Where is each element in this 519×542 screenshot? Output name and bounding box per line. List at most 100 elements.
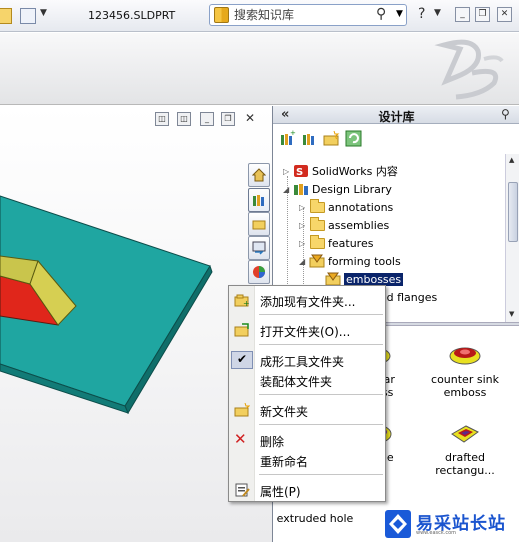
- menu-item-label: 添加现有文件夹...: [260, 295, 356, 309]
- application-banner: [0, 33, 519, 105]
- folder-icon: [309, 199, 325, 214]
- new-folder-icon: [234, 403, 250, 417]
- design-library-icon: [253, 195, 264, 206]
- menu-item-label: 属性(P): [260, 485, 301, 499]
- menu-separator: [259, 344, 383, 345]
- chevron-down-icon[interactable]: ▼: [40, 8, 47, 18]
- tree-item-assemblies[interactable]: ▷ assemblies: [299, 217, 390, 233]
- tree-item-features[interactable]: ▷ features: [299, 235, 374, 251]
- tab-appearances[interactable]: [248, 260, 270, 284]
- menu-item-forming-tool-folder[interactable]: ✔ 成形工具文件夹: [229, 350, 385, 370]
- svg-text:+: +: [243, 299, 250, 307]
- folder-icon: [252, 220, 266, 230]
- menu-item-rename[interactable]: 重新命名: [229, 450, 385, 470]
- search-box[interactable]: ⚲ ▼: [209, 4, 407, 26]
- tree-item-label: assemblies: [328, 218, 390, 232]
- menu-item-assembly-folder[interactable]: 装配体文件夹: [229, 370, 385, 390]
- new-folder-icon[interactable]: [323, 130, 340, 147]
- appearance-sphere-icon: [253, 266, 265, 278]
- menu-item-open-folder[interactable]: 打开文件夹(O)...: [229, 320, 385, 340]
- menu-item-label: 重新命名: [260, 455, 309, 469]
- drafted-rectangular-thumbnail-icon: [451, 425, 479, 443]
- add-file-location-icon[interactable]: [301, 130, 318, 147]
- menu-item-label: 新文件夹: [260, 405, 309, 419]
- context-menu: + 添加现有文件夹... 打开文件夹(O)... ✔ 成形工具文件夹 装配体文件…: [228, 285, 386, 502]
- scrollbar-thumb[interactable]: [508, 182, 518, 242]
- solidworks-content-icon: S: [293, 164, 309, 178]
- pin-icon[interactable]: ⚲: [501, 107, 510, 121]
- scroll-up-icon[interactable]: ▲: [509, 156, 514, 164]
- watermark-subtext: www.easck.com: [416, 530, 457, 536]
- menu-item-delete[interactable]: ✕ 删除: [229, 430, 385, 450]
- gallery-item[interactable]: counter sink emboss: [425, 344, 505, 399]
- search-icon[interactable]: ⚲: [376, 6, 386, 22]
- tree-item-design-library[interactable]: ◢ Design Library: [283, 181, 392, 197]
- site-watermark: 易采站长站 www.easck.com: [383, 508, 519, 542]
- tab-design-library[interactable]: [248, 188, 270, 212]
- tree-item-solidworks-content[interactable]: ▷ S SolidWorks 内容: [283, 163, 398, 179]
- folder-icon: [309, 217, 325, 232]
- refresh-icon[interactable]: [345, 130, 362, 147]
- gallery-item-label: counter sink emboss: [431, 373, 499, 399]
- delete-icon: ✕: [234, 430, 247, 448]
- collapse-icon[interactable]: ◢: [299, 257, 305, 266]
- menu-item-properties[interactable]: 属性(P): [229, 480, 385, 500]
- document-title: 123456.SLDPRT: [88, 9, 176, 22]
- scroll-down-icon[interactable]: ▼: [509, 310, 514, 318]
- tree-item-label: forming tools: [328, 254, 401, 268]
- menu-item-label: 成形工具文件夹: [260, 355, 345, 369]
- add-folder-icon: +: [234, 294, 250, 307]
- gallery-item[interactable]: extruded hole: [275, 512, 355, 525]
- menu-separator: [259, 314, 383, 315]
- open-folder-icon: [234, 323, 249, 337]
- menu-item-label: 打开文件夹(O)...: [260, 325, 351, 339]
- chevron-down-icon[interactable]: ▼: [434, 8, 441, 18]
- close-icon[interactable]: ✕: [497, 7, 512, 22]
- folder-icon: [309, 235, 325, 250]
- menu-item-add-existing-folder[interactable]: + 添加现有文件夹...: [229, 290, 385, 310]
- menu-separator: [259, 474, 383, 475]
- tree-scrollbar[interactable]: ▲ ▼: [505, 154, 519, 322]
- minimize-icon[interactable]: _: [455, 7, 470, 22]
- pane-title: 设计库: [378, 110, 415, 124]
- design-library-icon: [293, 182, 309, 196]
- options-list-icon[interactable]: [20, 8, 36, 24]
- expand-icon[interactable]: ▷: [283, 167, 289, 176]
- add-to-library-icon[interactable]: +: [279, 130, 296, 147]
- checkmark-icon: ✔: [237, 352, 248, 366]
- open-folder-icon[interactable]: [0, 8, 12, 24]
- expand-icon[interactable]: ▷: [299, 239, 305, 248]
- menu-separator: [259, 394, 383, 395]
- menu-item-label: 删除: [260, 435, 285, 449]
- tree-item-label: annotations: [328, 200, 394, 214]
- forming-tools-folder-icon: [309, 254, 325, 268]
- title-toolbar: ▼ 123456.SLDPRT ⚲ ▼ ? ▼ _ ❐ ✕: [0, 0, 519, 32]
- knowledge-book-icon: [214, 7, 229, 23]
- home-icon: [252, 168, 266, 182]
- menu-item-new-folder[interactable]: 新文件夹: [229, 400, 385, 420]
- help-icon[interactable]: ?: [418, 6, 425, 22]
- svg-text:+: +: [290, 130, 296, 137]
- view-palette-icon: [252, 241, 266, 255]
- tree-item-label: features: [328, 236, 374, 250]
- collapse-icon[interactable]: ◢: [283, 185, 289, 194]
- gallery-item-label: extruded hole: [276, 512, 354, 525]
- ds-logo-icon: [434, 39, 504, 100]
- tree-item-annotations[interactable]: ▷ annotations: [299, 199, 394, 215]
- tab-solidworks-resources[interactable]: [248, 163, 270, 187]
- chevron-down-icon[interactable]: ▼: [396, 9, 403, 19]
- properties-icon: [235, 483, 250, 497]
- expand-icon[interactable]: ▷: [299, 221, 305, 230]
- tree-item-forming-tools[interactable]: ◢ forming tools: [299, 253, 401, 269]
- tree-item-label: Design Library: [312, 182, 392, 196]
- counter-sink-emboss-thumbnail-icon: [449, 347, 481, 365]
- svg-text:S: S: [296, 167, 303, 178]
- search-input[interactable]: [234, 7, 376, 23]
- tab-file-explorer[interactable]: [248, 212, 270, 236]
- gallery-item-label: drafted rectangu...: [435, 451, 495, 477]
- restore-icon[interactable]: ❐: [475, 7, 490, 22]
- menu-separator: [259, 424, 383, 425]
- expand-icon[interactable]: ▷: [299, 203, 305, 212]
- gallery-item[interactable]: drafted rectangu...: [425, 422, 505, 477]
- tab-view-palette[interactable]: [248, 236, 270, 260]
